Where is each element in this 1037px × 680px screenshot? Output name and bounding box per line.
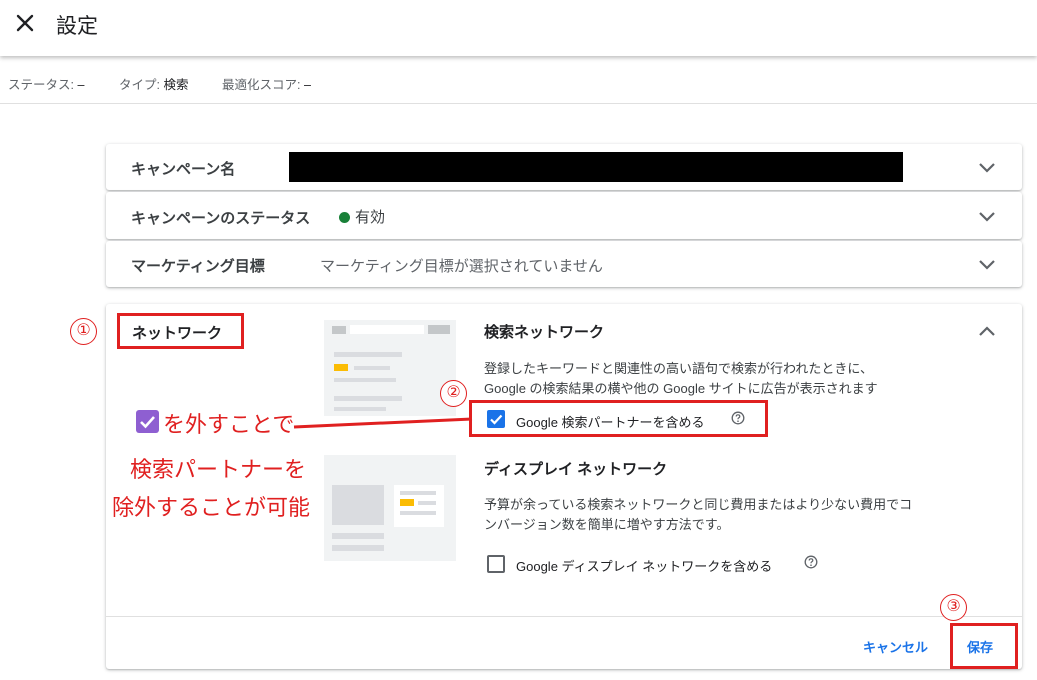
save-button-highlight	[950, 623, 1018, 669]
campaign-status-value: 有効	[355, 209, 386, 226]
search-partners-highlight	[469, 400, 768, 437]
search-network-description-2: Google の検索結果の横や他の Google サイトに広告が表示されます	[484, 381, 878, 396]
annotation-text-1: を外すことで	[163, 412, 295, 437]
chevron-down-icon[interactable]	[976, 253, 998, 275]
campaign-status-label: キャンペーンのステータス	[131, 210, 311, 227]
footer-divider	[106, 616, 1022, 617]
display-network-checkbox[interactable]	[487, 555, 505, 573]
status-dot	[339, 212, 350, 223]
annotation-text-2: 検索パートナーを	[130, 457, 307, 482]
annotation-text-3: 除外することが可能	[112, 495, 311, 520]
campaign-status-row[interactable]: キャンペーンのステータス 有効	[106, 192, 1022, 239]
annotation-connector-line	[293, 417, 473, 429]
status-item-status: ステータス: –	[8, 78, 85, 92]
search-network-title: 検索ネットワーク	[484, 324, 605, 341]
annotation-number-3: ③	[940, 594, 967, 621]
display-network-label: Google ディスプレイ ネットワークを含める	[516, 559, 773, 574]
display-network-description-2: ンバージョン数を簡単に増やす方法です。	[484, 517, 730, 532]
cancel-button[interactable]: キャンセル	[863, 637, 928, 656]
search-network-illustration	[324, 320, 456, 416]
campaign-name-row[interactable]: キャンペーン名	[106, 144, 1022, 190]
marketing-goal-row[interactable]: マーケティング目標 マーケティング目標が選択されていません	[106, 241, 1022, 287]
status-item-type: タイプ: 検索	[119, 78, 189, 92]
network-label: ネットワーク	[132, 325, 223, 342]
campaign-name-label: キャンペーン名	[131, 161, 236, 178]
display-network-illustration	[324, 455, 456, 561]
chevron-up-icon[interactable]	[976, 320, 998, 342]
network-section: ネットワーク 検索ネットワーク 登録したキーワードと関連性の高い語句で検索が行わ…	[106, 304, 1022, 669]
marketing-goal-value: マーケティング目標が選択されていません	[320, 258, 603, 275]
chevron-down-icon[interactable]	[976, 156, 998, 178]
search-network-description-1: 登録したキーワードと関連性の高い語句で検索が行われたときに、	[484, 361, 873, 376]
page-title: 設定	[56, 15, 98, 38]
top-bar: 設定	[0, 0, 1037, 56]
marketing-goal-label: マーケティング目標	[131, 258, 265, 275]
display-network-title: ディスプレイ ネットワーク	[484, 461, 668, 478]
help-icon[interactable]	[804, 555, 818, 569]
display-network-description-1: 予算が余っている検索ネットワークと同じ費用またはより少ない費用でコ	[484, 497, 913, 512]
redacted-campaign-name	[289, 152, 903, 182]
network-label-highlight: ネットワーク	[117, 313, 244, 349]
chevron-down-icon[interactable]	[976, 205, 998, 227]
annotation-number-2: ②	[440, 380, 467, 407]
checked-checkbox-icon	[136, 410, 159, 433]
status-bar: ステータス: – タイプ: 検索 最適化スコア: –	[0, 66, 1037, 104]
close-icon[interactable]	[12, 10, 38, 36]
annotation-number-1: ①	[70, 318, 97, 345]
status-item-optimization-score: 最適化スコア: –	[222, 78, 311, 92]
